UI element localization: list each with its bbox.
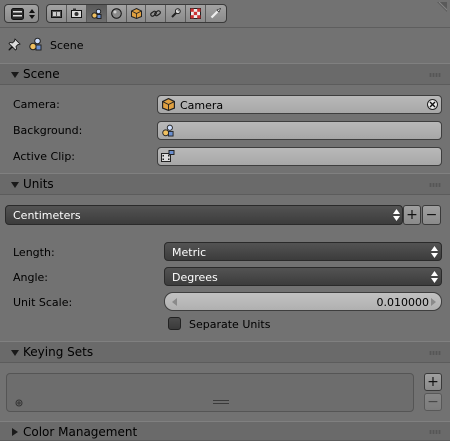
scene-icon xyxy=(29,37,42,51)
wrench-icon xyxy=(171,8,182,18)
angle-label: Angle: xyxy=(13,271,49,284)
length-dropdown[interactable]: Metric xyxy=(164,242,442,261)
render-tab[interactable] xyxy=(67,5,87,22)
active-clip-label: Active Clip: xyxy=(13,150,76,163)
render-layers-tab[interactable] xyxy=(47,5,67,22)
brush-icon xyxy=(210,8,222,19)
unit-scale-value: 0.010000 xyxy=(376,296,430,309)
updown-arrow-icon xyxy=(431,271,438,283)
collapse-triangle-icon xyxy=(11,350,19,356)
properties-tabs xyxy=(46,4,227,23)
expand-triangle-icon xyxy=(12,428,18,436)
keying-sets-panel-title: Keying Sets xyxy=(23,345,94,359)
camera-value: Camera xyxy=(180,99,224,112)
camera-field[interactable]: Camera xyxy=(157,95,442,114)
texture-tab[interactable] xyxy=(186,5,207,22)
angle-value: Degrees xyxy=(172,271,218,284)
length-value: Metric xyxy=(172,246,207,259)
collapse-triangle-icon xyxy=(11,182,19,188)
resize-handle-line[interactable] xyxy=(213,403,229,404)
world-icon xyxy=(110,8,122,19)
movie-clip-icon xyxy=(161,150,175,162)
drag-grip-icon[interactable] xyxy=(429,351,441,355)
modifiers-tab[interactable] xyxy=(166,5,187,22)
chain-link-icon xyxy=(150,10,162,17)
camera-label: Camera: xyxy=(13,98,60,111)
updown-arrow-icon xyxy=(393,209,400,221)
header-divider xyxy=(0,27,450,28)
angle-dropdown[interactable]: Degrees xyxy=(164,267,442,286)
collapse-triangle-icon xyxy=(11,72,19,78)
color-management-panel-header[interactable]: Color Management xyxy=(0,421,450,441)
drag-grip-icon[interactable] xyxy=(429,430,441,434)
unit-scale-label: Unit Scale: xyxy=(13,296,73,309)
drag-grip-icon[interactable] xyxy=(429,183,441,187)
scene-panel-header[interactable]: Scene xyxy=(0,63,450,85)
brush-tab[interactable] xyxy=(206,5,226,22)
decrement-arrow-icon[interactable] xyxy=(172,298,177,306)
object-cube-icon xyxy=(130,8,142,19)
render-layers-icon xyxy=(51,10,62,18)
units-panel-header[interactable]: Units xyxy=(0,173,450,195)
scene-icon xyxy=(162,124,174,137)
pin-icon[interactable] xyxy=(8,38,21,51)
increment-arrow-icon[interactable] xyxy=(431,298,436,306)
add-preset-button[interactable]: + xyxy=(403,205,421,225)
separate-units-checkbox[interactable] xyxy=(168,317,181,330)
units-panel-title: Units xyxy=(23,177,54,191)
add-keying-set-button[interactable]: + xyxy=(424,373,442,391)
keying-sets-list[interactable] xyxy=(6,373,414,412)
background-label: Background: xyxy=(13,124,83,137)
updown-arrow-icon xyxy=(431,246,438,258)
context-scene-label: Scene xyxy=(50,39,84,52)
separate-units-label: Separate Units xyxy=(189,318,271,331)
clear-x-icon[interactable] xyxy=(427,99,438,110)
units-preset-value: Centimeters xyxy=(13,209,81,222)
units-preset-dropdown[interactable]: Centimeters xyxy=(5,205,403,225)
editor-type-icon xyxy=(11,8,24,20)
camera-render-icon xyxy=(70,8,82,18)
resize-handle-line[interactable] xyxy=(213,400,229,401)
active-clip-field[interactable] xyxy=(157,147,442,166)
keying-sets-panel-header[interactable]: Keying Sets xyxy=(0,341,450,363)
constraints-tab[interactable] xyxy=(146,5,167,22)
world-tab[interactable] xyxy=(107,5,127,22)
area-corner-icon[interactable] xyxy=(433,2,447,12)
scene-tab[interactable] xyxy=(86,5,107,22)
checker-texture-icon xyxy=(190,8,202,19)
length-label: Length: xyxy=(13,246,55,259)
object-cube-icon xyxy=(162,98,175,111)
background-field[interactable] xyxy=(157,121,442,140)
color-management-panel-title: Color Management xyxy=(23,425,138,439)
filter-options-icon[interactable] xyxy=(15,399,23,407)
remove-keying-set-button[interactable]: − xyxy=(424,393,442,411)
remove-preset-button[interactable]: − xyxy=(422,205,441,225)
editor-type-button[interactable] xyxy=(4,4,39,23)
updown-arrow-icon xyxy=(29,9,35,19)
scene-icon xyxy=(91,8,102,19)
object-tab[interactable] xyxy=(127,5,147,22)
scene-panel-title: Scene xyxy=(23,67,60,81)
drag-grip-icon[interactable] xyxy=(429,73,441,77)
unit-scale-field[interactable]: 0.010000 xyxy=(164,292,442,311)
